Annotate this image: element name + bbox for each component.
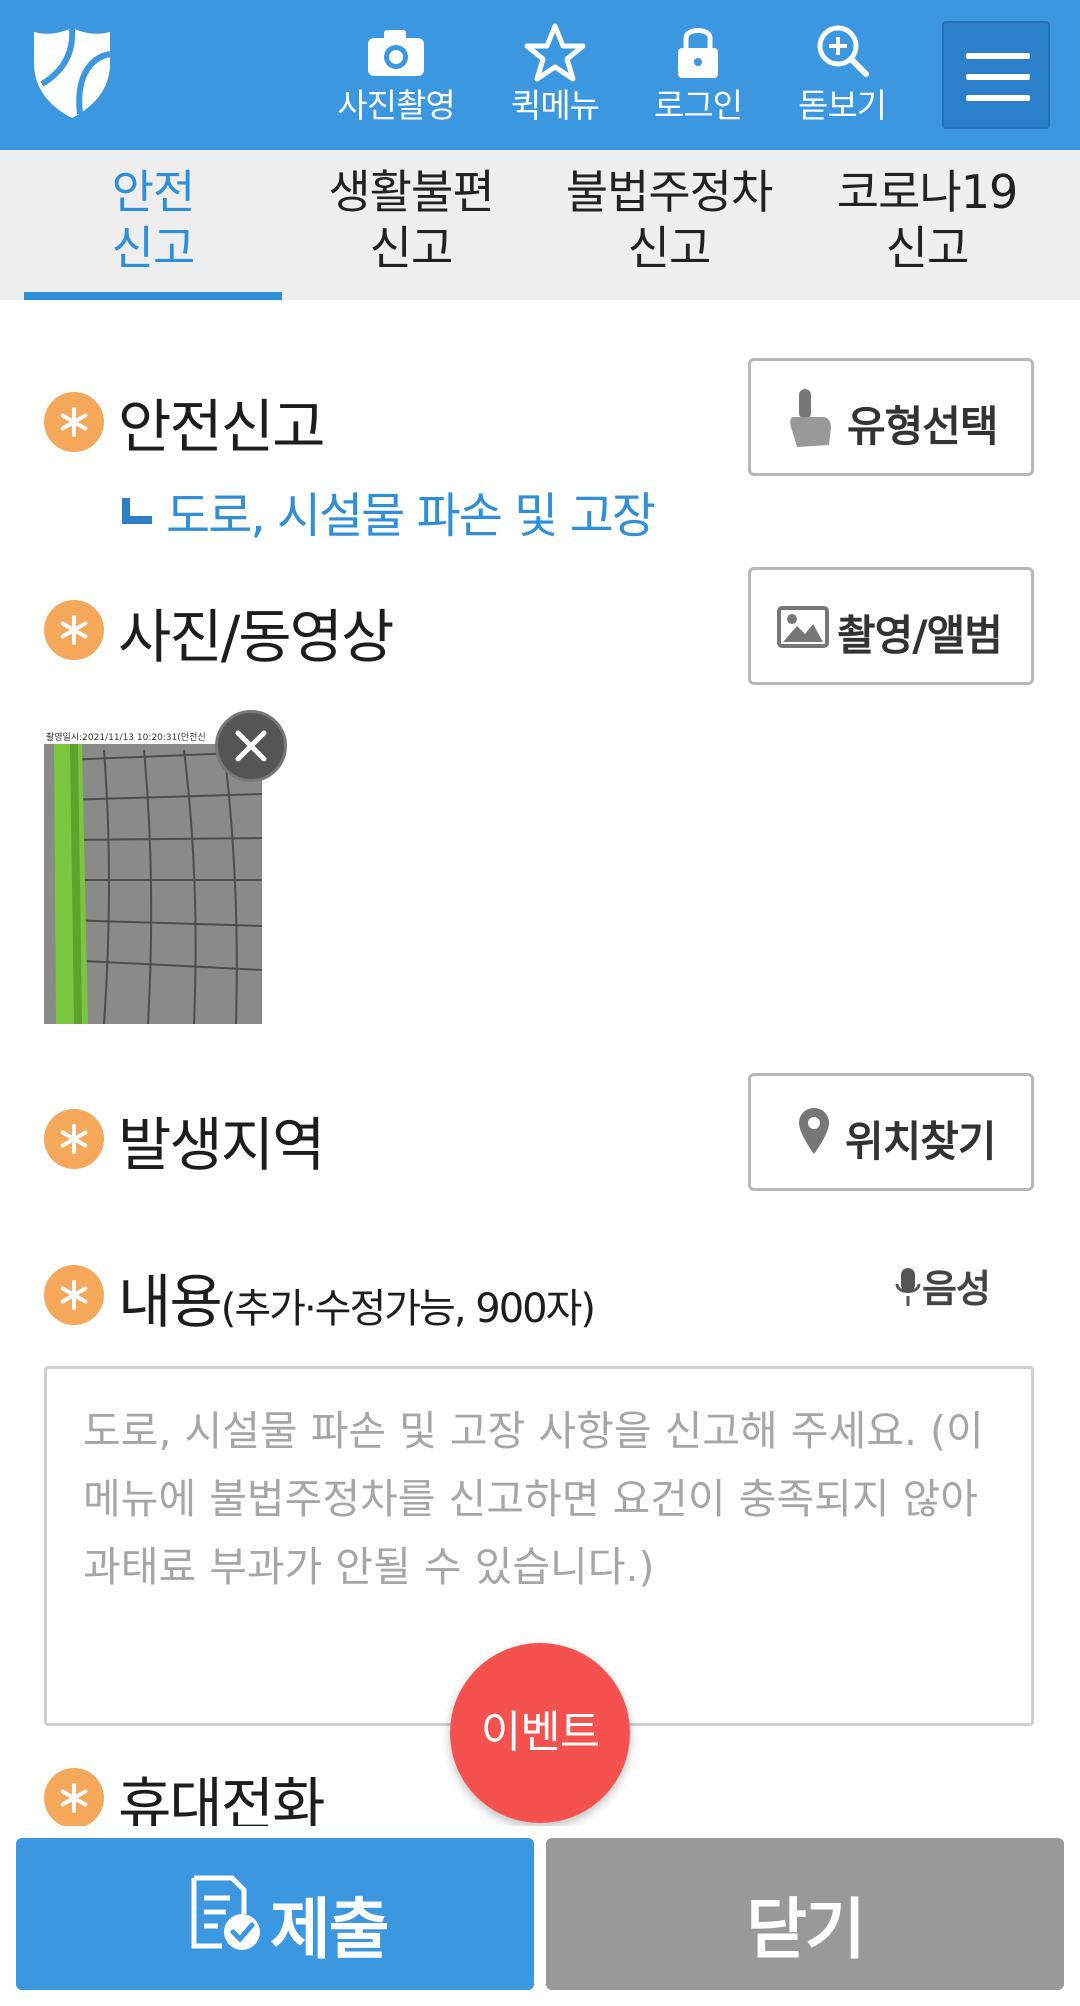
voice-label: 음성 [922,1267,991,1311]
required-icon [44,1265,104,1325]
document-check-icon [191,1875,260,1950]
required-icon [44,1109,104,1169]
section-title-location: 발생지역 [118,1111,325,1179]
shield-logo[interactable] [32,24,112,122]
select-type-label: 유형선택 [847,402,999,451]
selected-category-text: 도로, 시설물 파손 및 고장 [166,488,656,544]
camera-album-button[interactable]: 촬영/앨범 [748,567,1034,685]
hamburger-icon [966,53,1030,59]
close-button[interactable]: 닫기 [546,1838,1064,1990]
required-icon [44,1768,104,1828]
corner-arrow-icon [122,498,152,524]
magnifier-label: 돋보기 [797,86,887,125]
tab-covid19-report[interactable]: 코로나19 신고 [798,150,1056,300]
content-title: 내용 [118,1268,223,1336]
microphone-icon [895,1268,921,1306]
find-location-label: 위치찾기 [845,1117,997,1166]
map-pin-icon [799,1108,829,1154]
login-label: 로그인 [653,86,743,125]
remove-photo-button[interactable] [215,710,287,782]
content-subtitle: (추가·수정가능, 900자) [220,1286,596,1332]
required-icon [44,600,104,660]
voice-input-button[interactable]: 음성 [894,1258,991,1313]
star-icon [524,23,586,82]
camera-icon [368,30,424,76]
submit-label: 제출 [270,1891,389,1968]
magnifier-button[interactable]: 돋보기 [772,22,912,132]
touch-hand-icon [790,389,831,447]
bottom-action-bar: 제출 닫기 [0,1826,1080,2006]
section-title-content: 내용(추가·수정가능, 900자) [118,1255,596,1339]
camera-album-label: 촬영/앨범 [837,611,1003,660]
active-tab-indicator [24,292,282,300]
svg-text:촬영일시:2021/11/13 10:20:31(안전신: 촬영일시:2021/11/13 10:20:31(안전신 [46,732,206,743]
tab-inconvenience-report[interactable]: 생활불편 신고 [282,150,540,300]
section-title-type: 안전신고 [118,393,325,461]
tab-illegal-parking-report[interactable]: 불법주정차 신고 [540,150,798,300]
select-type-button[interactable]: 유형선택 [748,358,1034,476]
submit-button[interactable]: 제출 [16,1838,534,1990]
camera-button[interactable]: 사진촬영 [326,22,466,132]
camera-label: 사진촬영 [337,86,455,125]
close-icon [235,730,267,762]
image-icon [777,606,829,648]
app-header: 사진촬영 퀵메뉴 로그인 돋보기 [0,0,1080,150]
quick-menu-label: 퀵메뉴 [510,86,600,125]
close-label: 닫기 [746,1891,865,1968]
tab-safety-report[interactable]: 안전 신고 [24,150,282,300]
report-tabs: 안전 신고 생활불편 신고 불법주정차 신고 코로나19 신고 [0,150,1080,300]
login-button[interactable]: 로그인 [628,22,768,132]
section-title-media: 사진/동영상 [118,603,394,671]
magnifier-plus-icon [817,25,869,77]
quick-menu-button[interactable]: 퀵메뉴 [485,22,625,132]
find-location-button[interactable]: 위치찾기 [748,1073,1034,1191]
content-placeholder: 도로, 시설물 파손 및 고장 사항을 신고해 주세요. (이 메뉴에 불법주정… [83,1407,984,1591]
lock-icon [678,28,718,78]
required-icon [44,392,104,452]
event-button[interactable]: 이벤트 [450,1643,630,1823]
hamburger-menu-button[interactable] [942,21,1050,129]
